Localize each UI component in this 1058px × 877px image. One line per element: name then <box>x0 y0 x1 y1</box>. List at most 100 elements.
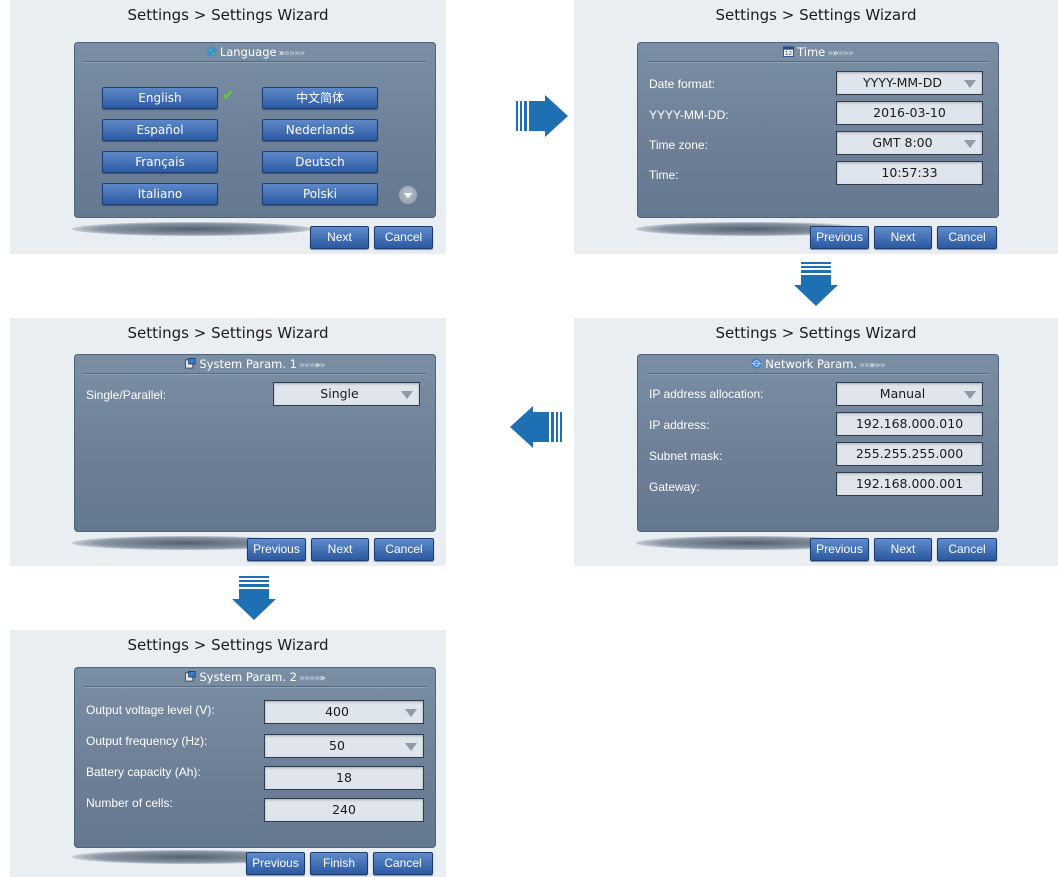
divider <box>647 61 989 62</box>
network-panel: Network Param.»»»»» IP address allocatio… <box>637 354 999 532</box>
network-icon <box>751 358 762 369</box>
time-screen: Settings > Settings Wizard 12 Time»»»»» D… <box>574 0 1058 254</box>
scroll-down-icon[interactable] <box>399 186 417 204</box>
language-option-spanish[interactable]: Español <box>102 119 218 141</box>
language-option-french[interactable]: Français <box>102 151 218 173</box>
wizard-progress: »»»»» <box>299 360 326 371</box>
previous-button[interactable]: Previous <box>247 538 306 561</box>
divider <box>84 373 426 374</box>
language-panel: Language»»»»» English ✔ 中文简体 Español Ned… <box>74 42 436 218</box>
screen-title: Settings > Settings Wizard <box>127 324 329 342</box>
ip-allocation-label: IP address allocation: <box>649 387 764 401</box>
screen-title: Settings > Settings Wizard <box>715 6 917 24</box>
date-format-value: YYYY-MM-DD <box>863 75 942 90</box>
language-option-italian[interactable]: Italiano <box>102 183 218 205</box>
battery-capacity-label: Battery capacity (Ah): <box>86 765 201 779</box>
chevron-down-icon <box>401 391 413 399</box>
panel-header: System Param. 1»»»»» <box>74 357 436 371</box>
number-of-cells-input[interactable]: 240 <box>264 798 424 822</box>
network-screen: Settings > Settings Wizard Network Param… <box>574 318 1058 566</box>
panel-title: Network Param. <box>765 357 858 371</box>
previous-button[interactable]: Previous <box>246 852 305 875</box>
language-screen: Settings > Settings Wizard Language»»»»»… <box>10 0 446 254</box>
ip-allocation-value: Manual <box>879 386 926 401</box>
time-label: Time: <box>649 168 679 182</box>
number-of-cells-label: Number of cells: <box>86 796 173 810</box>
output-voltage-label: Output voltage level (V): <box>86 703 215 717</box>
cancel-button[interactable]: Cancel <box>374 226 433 249</box>
divider <box>84 61 426 62</box>
system-icon <box>185 671 196 682</box>
calendar-icon: 12 <box>783 46 795 57</box>
previous-button[interactable]: Previous <box>810 538 869 561</box>
svg-text:12: 12 <box>785 51 792 57</box>
wizard-progress: »»»»» <box>859 360 886 371</box>
system-param-1-screen: Settings > Settings Wizard System Param.… <box>10 318 446 566</box>
language-option-german[interactable]: Deutsch <box>262 151 378 173</box>
ip-address-label: IP address: <box>649 418 710 432</box>
wizard-progress: »»»»» <box>299 673 326 684</box>
chevron-down-icon <box>964 140 976 148</box>
time-zone-label: Time zone: <box>649 138 708 152</box>
panel-header: System Param. 2»»»»» <box>74 670 436 684</box>
next-button[interactable]: Next <box>311 538 369 561</box>
wizard-progress: »»»»» <box>827 48 854 59</box>
language-option-polish[interactable]: Polski <box>262 183 378 205</box>
language-option-chinese[interactable]: 中文简体 <box>262 87 378 109</box>
date-format-select[interactable]: YYYY-MM-DD <box>836 71 983 95</box>
gateway-input[interactable]: 192.168.000.001 <box>836 472 983 496</box>
panel-header: 12 Time»»»»» <box>637 45 999 59</box>
system-param-1-panel: System Param. 1»»»»» Single/Parallel: Si… <box>74 354 436 532</box>
single-parallel-select[interactable]: Single <box>273 382 420 406</box>
previous-button[interactable]: Previous <box>810 226 869 249</box>
panel-header: Language»»»»» <box>74 45 436 59</box>
output-frequency-label: Output frequency (Hz): <box>86 734 208 748</box>
language-option-english[interactable]: English <box>102 87 218 109</box>
date-label: YYYY-MM-DD: <box>649 108 729 122</box>
cancel-button[interactable]: Cancel <box>373 852 433 875</box>
system-param-2-panel: System Param. 2»»»»» Output voltage leve… <box>74 667 436 848</box>
output-frequency-value: 50 <box>329 738 345 753</box>
system-param-2-screen: Settings > Settings Wizard System Param.… <box>10 630 446 877</box>
finish-button[interactable]: Finish <box>310 852 368 875</box>
next-button[interactable]: Next <box>310 226 369 249</box>
arrow-down-icon <box>232 576 276 620</box>
cancel-button[interactable]: Cancel <box>937 226 997 249</box>
panel-shadow <box>72 222 312 236</box>
divider <box>84 686 426 687</box>
subnet-mask-input[interactable]: 255.255.255.000 <box>836 442 983 466</box>
output-voltage-value: 400 <box>325 704 349 719</box>
wizard-progress: »»»»» <box>278 48 306 59</box>
arrow-right-icon <box>516 95 568 137</box>
panel-title: Language <box>219 45 277 59</box>
output-frequency-select[interactable]: 50 <box>264 734 424 758</box>
single-parallel-value: Single <box>320 386 359 401</box>
panel-title: Time <box>797 45 826 59</box>
cancel-button[interactable]: Cancel <box>937 538 997 561</box>
panel-header: Network Param.»»»»» <box>637 357 999 371</box>
screen-title: Settings > Settings Wizard <box>715 324 917 342</box>
time-input[interactable]: 10:57:33 <box>836 161 983 185</box>
system-icon <box>185 358 196 369</box>
next-button[interactable]: Next <box>874 226 932 249</box>
chevron-down-icon <box>964 391 976 399</box>
ip-allocation-select[interactable]: Manual <box>836 382 983 406</box>
output-voltage-select[interactable]: 400 <box>264 700 424 724</box>
panel-title: System Param. 1 <box>199 357 297 371</box>
ip-address-input[interactable]: 192.168.000.010 <box>836 412 983 436</box>
subnet-mask-label: Subnet mask: <box>649 449 723 463</box>
single-parallel-label: Single/Parallel: <box>86 388 167 402</box>
chevron-down-icon <box>405 743 417 751</box>
screen-title: Settings > Settings Wizard <box>127 6 329 24</box>
date-input[interactable]: 2016-03-10 <box>836 101 983 125</box>
globe-icon <box>206 46 217 57</box>
arrow-down-icon <box>794 262 838 306</box>
chevron-down-icon <box>964 80 976 88</box>
cancel-button[interactable]: Cancel <box>374 538 434 561</box>
language-option-dutch[interactable]: Nederlands <box>262 119 378 141</box>
battery-capacity-input[interactable]: 18 <box>264 766 424 790</box>
next-button[interactable]: Next <box>874 538 932 561</box>
gateway-label: Gateway: <box>649 480 700 494</box>
time-zone-select[interactable]: GMT 8:00 <box>836 131 983 155</box>
screen-title: Settings > Settings Wizard <box>127 636 329 654</box>
